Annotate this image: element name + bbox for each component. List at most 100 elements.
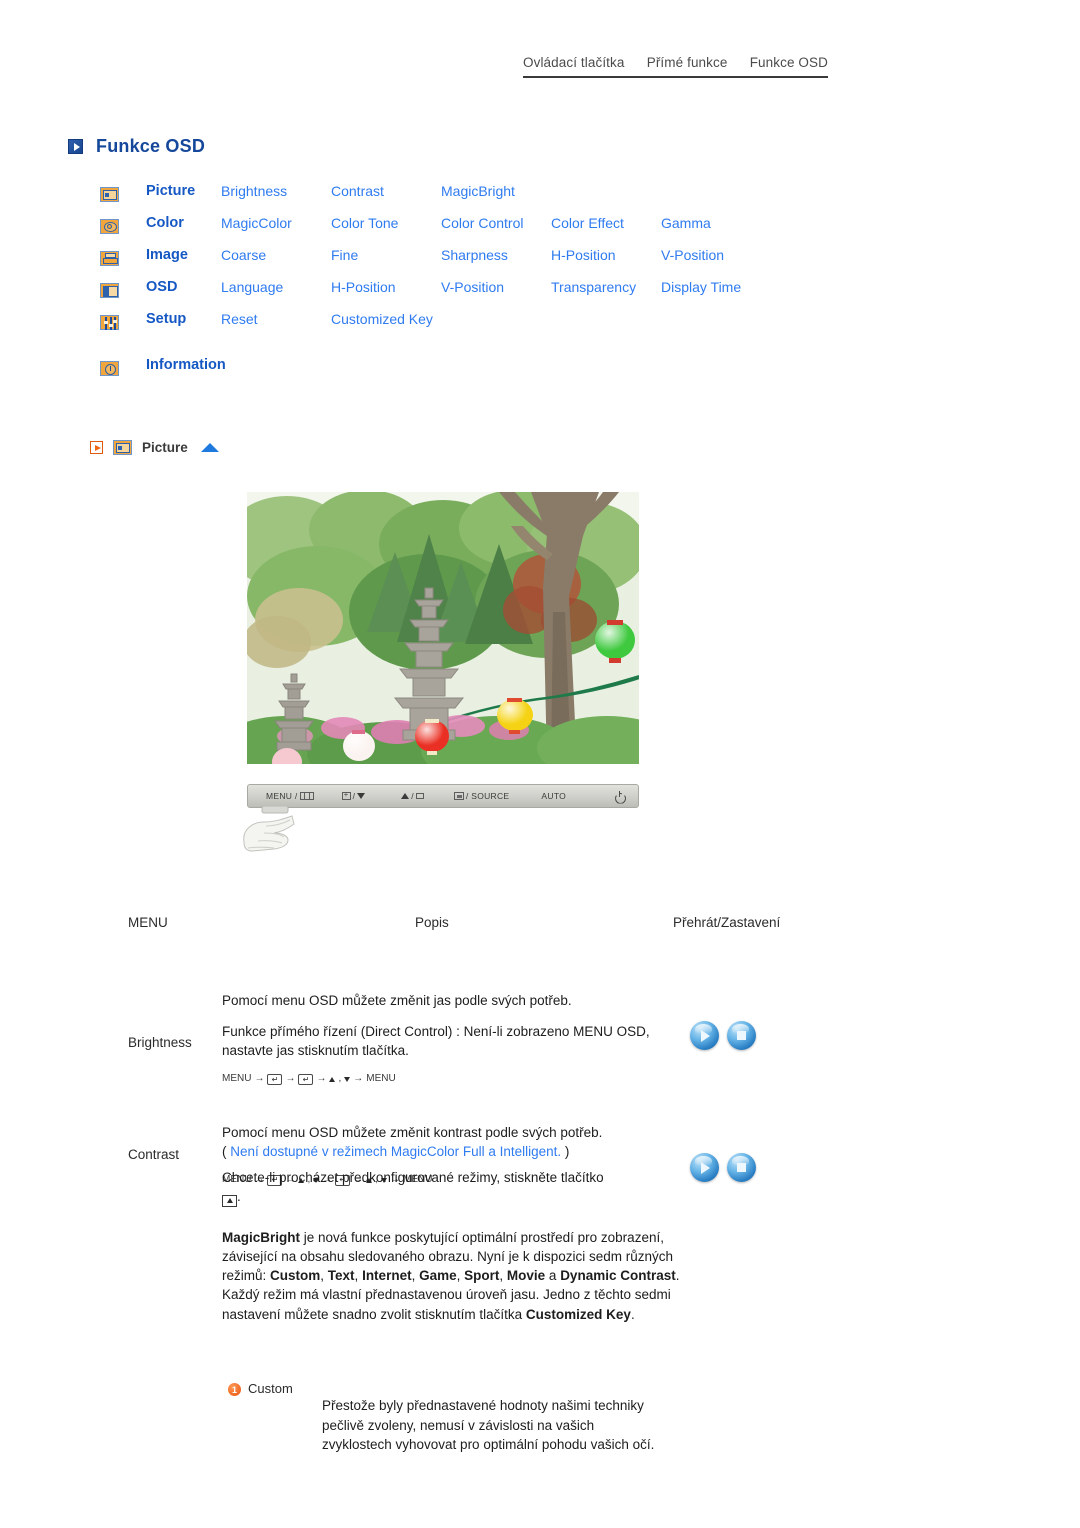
enter-key-icon: ↵ (267, 1074, 283, 1086)
control-up-label: / (411, 791, 414, 801)
picture-icon (113, 440, 132, 455)
row-description-brightness: Pomocí menu OSD můžete změnit jas podle … (222, 991, 672, 1087)
icon-cell (100, 279, 146, 298)
color-icon (100, 219, 119, 234)
menu-row-information: Information (100, 357, 771, 389)
menu-option-brightness[interactable]: Brightness (221, 183, 331, 199)
menu-option-osd-v-position[interactable]: V-Position (441, 279, 551, 295)
menu-option-osd-h-position[interactable]: H-Position (331, 279, 441, 295)
control-down-button[interactable]: / (341, 790, 366, 801)
menu-category-osd[interactable]: OSD (146, 279, 221, 296)
small-box-icon (415, 793, 424, 799)
header-menu: MENU (128, 915, 168, 930)
up-key-icon (222, 1194, 237, 1207)
icon-cell (100, 183, 146, 202)
menu-option-coarse[interactable]: Coarse (221, 247, 331, 263)
stop-button[interactable] (727, 1021, 756, 1050)
menu-category-picture[interactable]: Picture (146, 183, 221, 200)
menu-category-setup[interactable]: Setup (146, 311, 221, 328)
header-play-stop: Přehrát/Zastavení (673, 915, 781, 930)
description-paragraph: Pomocí menu OSD můžete změnit kontrast p… (222, 1125, 603, 1140)
magicbright-intro: Chcete-li procházet předkonfigurované re… (222, 1168, 682, 1217)
window-icon (299, 792, 314, 800)
menu-option-contrast[interactable]: Contrast (331, 183, 441, 199)
menu-option-magicbright[interactable]: MagicBright (441, 183, 551, 199)
menu-option-display-time[interactable]: Display Time (661, 279, 771, 295)
tab-osd-functions[interactable]: Funkce OSD (750, 55, 828, 70)
tab-direct-functions[interactable]: Přímé funkce (647, 55, 728, 70)
menu-option-magiccolor[interactable]: MagicColor (221, 215, 331, 231)
monitor-control-bar: MENU / / / / SOURCE AUTO (247, 784, 639, 808)
sample-photo (247, 492, 639, 764)
play-button[interactable] (690, 1021, 719, 1050)
menu-row-picture: Picture Brightness Contrast MagicBright (100, 183, 771, 215)
magicbright-name: MagicBright (222, 1230, 301, 1245)
description-paragraph: Funkce přímého řízení (Direct Control) :… (222, 1024, 650, 1059)
icon-cell (100, 247, 146, 266)
enter-key-icon: ↵ (298, 1074, 314, 1086)
menu-category-information[interactable]: Information (146, 357, 226, 374)
triangle-down-icon (344, 1077, 351, 1083)
menu-option-gamma[interactable]: Gamma (661, 215, 771, 231)
intro-suffix: . (237, 1189, 241, 1205)
blue-arrow-icon (68, 139, 83, 154)
menu-option-h-position[interactable]: H-Position (551, 247, 661, 263)
orange-arrow-icon (90, 441, 103, 454)
stop-button[interactable] (727, 1153, 756, 1182)
row-play-stop-contrast (690, 1153, 756, 1182)
menu-row-image: Image Coarse Fine Sharpness H-Position V… (100, 247, 771, 279)
control-source-label: / SOURCE (465, 791, 510, 801)
mode-text: Text (327, 1268, 355, 1284)
control-menu-button[interactable]: MENU / (266, 791, 314, 801)
menu-option-transparency[interactable]: Transparency (551, 279, 661, 295)
menu-option-sharpness[interactable]: Sharpness (441, 247, 551, 263)
mode-dynamic-contrast: Dynamic Contrast (560, 1268, 676, 1284)
menu-option-fine[interactable]: Fine (331, 247, 441, 263)
page-title: Funkce OSD (96, 136, 206, 156)
table-header-row: MENU Popis Přehrát/Zastavení (0, 905, 1080, 947)
menu-option-color-control[interactable]: Color Control (441, 215, 551, 231)
enter-icon (453, 792, 464, 800)
page-title-row: Funkce OSD (68, 136, 205, 157)
custom-mode-item: 1 Custom (228, 1381, 293, 1396)
menu-category-color[interactable]: Color (146, 215, 221, 232)
image-icon (100, 251, 119, 266)
menu-option-color-tone[interactable]: Color Tone (331, 215, 441, 231)
mode-game: Game (419, 1268, 457, 1284)
control-source-button[interactable]: / SOURCE (453, 791, 510, 801)
control-up-button[interactable]: / (401, 791, 424, 801)
custom-mode-label: Custom (248, 1381, 293, 1396)
osd-functions-table: MENU Popis Přehrát/Zastavení Brightness … (0, 905, 1080, 1197)
customized-key-label: Customized Key (525, 1306, 631, 1322)
control-auto-button[interactable]: AUTO (541, 791, 566, 801)
control-menu-label: MENU / (266, 791, 298, 801)
mode-sport: Sport (464, 1268, 500, 1284)
control-power-button[interactable] (614, 790, 625, 802)
triangle-down-icon (357, 793, 366, 799)
icon-cell (100, 357, 146, 376)
control-auto-label: AUTO (541, 791, 567, 801)
intro-text: Chcete-li procházet předkonfigurované re… (222, 1170, 604, 1185)
plus-box-icon (341, 790, 351, 800)
hand-pressing-illustration (243, 806, 295, 852)
row-menu-brightness: Brightness (128, 1035, 192, 1050)
menu-option-v-position[interactable]: V-Position (661, 247, 771, 263)
tab-control-buttons[interactable]: Ovládací tlačítka (523, 55, 625, 70)
magicbright-intro-text: Chcete-li procházet předkonfigurované re… (222, 1168, 682, 1207)
menu-row-osd: OSD Language H-Position V-Position Trans… (100, 279, 771, 311)
mode-custom: Custom (270, 1268, 321, 1284)
menu-option-reset[interactable]: Reset (221, 311, 331, 327)
menu-category-image[interactable]: Image (146, 247, 221, 264)
note-suffix: ) (561, 1144, 570, 1160)
description-paragraph: Pomocí menu OSD můžete změnit jas podle … (222, 993, 572, 1008)
magicbright-description: MagicBright je nová funkce poskytující o… (222, 1228, 682, 1334)
triangle-up-icon[interactable] (200, 443, 219, 452)
menu-option-color-effect[interactable]: Color Effect (551, 215, 661, 231)
menu-option-customized-key[interactable]: Customized Key (331, 311, 441, 328)
menu-option-language[interactable]: Language (221, 279, 331, 295)
icon-cell (100, 215, 146, 234)
control-down-label: / (352, 791, 356, 801)
body-text-3: . (630, 1306, 635, 1322)
play-button[interactable] (690, 1153, 719, 1182)
triangle-up-icon (401, 793, 410, 799)
